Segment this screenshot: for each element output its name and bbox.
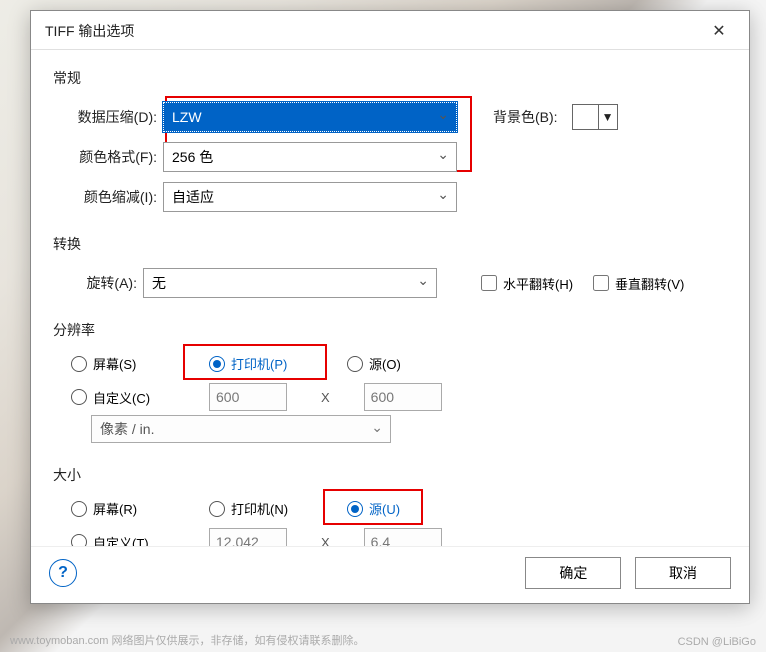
size-height-input[interactable] bbox=[364, 528, 442, 546]
radio-label: 自定义(C) bbox=[93, 388, 150, 407]
size-printer-radio[interactable]: 打印机(N) bbox=[209, 499, 319, 518]
section-size: 大小 屏幕(R) 打印机(N) 源(U) 自定 bbox=[53, 465, 727, 546]
radio-icon bbox=[347, 356, 363, 372]
titlebar: TIFF 输出选项 ✕ bbox=[31, 11, 749, 50]
radio-icon bbox=[71, 356, 87, 372]
section-transform: 转换 旋转(A): 无 水平翻转(H) 垂直翻转(V) bbox=[53, 234, 727, 298]
dialog-title: TIFF 输出选项 bbox=[45, 21, 134, 41]
flip-h-label: 水平翻转(H) bbox=[503, 274, 573, 293]
watermark-text: www.toymoban.com 网络图片仅供展示，非存储，如有侵权请联系删除。 bbox=[10, 632, 364, 648]
dialog-footer: ? 确定 取消 bbox=[31, 546, 749, 603]
tiff-export-dialog: TIFF 输出选项 ✕ 常规 数据压缩(D): LZW 背景色(B): ▼ bbox=[30, 10, 750, 604]
cancel-button[interactable]: 取消 bbox=[635, 557, 731, 589]
radio-icon bbox=[71, 534, 87, 546]
help-button[interactable]: ? bbox=[49, 559, 77, 587]
flip-v-label: 垂直翻转(V) bbox=[615, 274, 684, 293]
section-title-transform: 转换 bbox=[53, 234, 727, 254]
size-source-radio[interactable]: 源(U) bbox=[347, 499, 427, 518]
resolution-width-input[interactable] bbox=[209, 383, 287, 411]
radio-icon bbox=[347, 501, 363, 517]
section-resolution: 分辨率 屏幕(S) 打印机(P) 源(O) 自 bbox=[53, 320, 727, 443]
checkbox-input[interactable] bbox=[481, 275, 497, 291]
ok-button[interactable]: 确定 bbox=[525, 557, 621, 589]
close-button[interactable]: ✕ bbox=[703, 19, 735, 43]
radio-icon bbox=[71, 501, 87, 517]
section-general: 常规 数据压缩(D): LZW 背景色(B): ▼ 颜色格式(F): 256 色 bbox=[53, 68, 727, 212]
watermark-right: CSDN @LiBiGo bbox=[678, 636, 756, 648]
resolution-custom-radio[interactable]: 自定义(C) bbox=[71, 388, 181, 407]
label-color-format: 颜色格式(F): bbox=[71, 147, 163, 167]
radio-label: 屏幕(S) bbox=[93, 354, 136, 373]
resolution-printer-radio[interactable]: 打印机(P) bbox=[209, 354, 319, 373]
radio-label: 屏幕(R) bbox=[93, 499, 137, 518]
rotate-dropdown[interactable]: 无 bbox=[143, 268, 437, 298]
radio-icon bbox=[71, 389, 87, 405]
radio-icon bbox=[209, 501, 225, 517]
radio-label: 源(U) bbox=[369, 499, 400, 518]
section-title-resolution: 分辨率 bbox=[53, 320, 727, 340]
label-rotate: 旋转(A): bbox=[71, 273, 143, 293]
section-title-size: 大小 bbox=[53, 465, 727, 485]
radio-label: 源(O) bbox=[369, 354, 401, 373]
data-compression-dropdown[interactable]: LZW bbox=[163, 102, 457, 132]
resolution-unit-dropdown[interactable] bbox=[91, 415, 391, 443]
size-width-input[interactable] bbox=[209, 528, 287, 546]
radio-icon bbox=[209, 356, 225, 372]
close-icon: ✕ bbox=[712, 21, 725, 41]
radio-label: 打印机(N) bbox=[231, 499, 288, 518]
resolution-screen-radio[interactable]: 屏幕(S) bbox=[71, 354, 181, 373]
color-format-dropdown[interactable]: 256 色 bbox=[163, 142, 457, 172]
color-reduction-dropdown[interactable]: 自适应 bbox=[163, 182, 457, 212]
checkbox-input[interactable] bbox=[593, 275, 609, 291]
label-data-compression: 数据压缩(D): bbox=[71, 107, 163, 127]
label-color-reduction: 颜色缩减(I): bbox=[71, 187, 163, 207]
help-icon: ? bbox=[58, 564, 68, 582]
resolution-source-radio[interactable]: 源(O) bbox=[347, 354, 457, 373]
radio-label: 打印机(P) bbox=[231, 354, 287, 373]
color-swatch-preview bbox=[573, 105, 599, 129]
bg-color-picker[interactable]: ▼ bbox=[572, 104, 618, 130]
size-custom-radio[interactable]: 自定义(T) bbox=[71, 533, 181, 547]
chevron-down-icon: ▼ bbox=[599, 110, 617, 124]
dialog-content: 常规 数据压缩(D): LZW 背景色(B): ▼ 颜色格式(F): 256 色 bbox=[31, 50, 749, 546]
flip-vertical-checkbox[interactable]: 垂直翻转(V) bbox=[593, 274, 684, 293]
flip-horizontal-checkbox[interactable]: 水平翻转(H) bbox=[481, 274, 573, 293]
radio-label: 自定义(T) bbox=[93, 533, 149, 547]
x-separator: X bbox=[321, 535, 330, 547]
size-screen-radio[interactable]: 屏幕(R) bbox=[71, 499, 181, 518]
resolution-height-input[interactable] bbox=[364, 383, 442, 411]
x-separator: X bbox=[321, 390, 330, 405]
section-title-general: 常规 bbox=[53, 68, 727, 88]
label-bg-color: 背景色(B): bbox=[493, 107, 564, 127]
